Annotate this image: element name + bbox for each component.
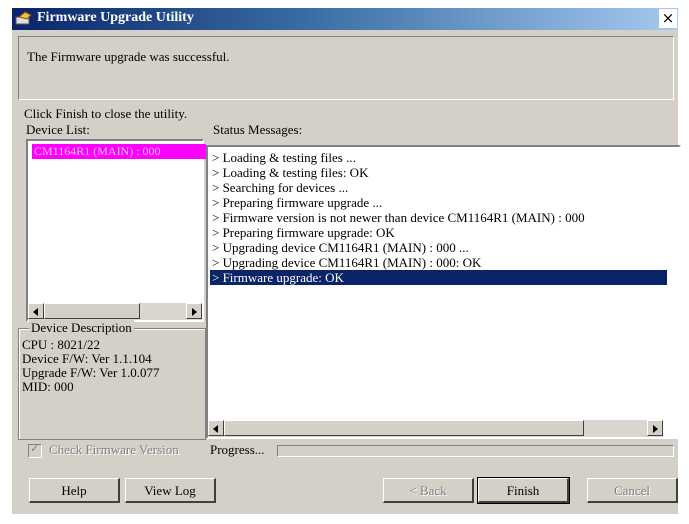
firmware-upgrade-window: Firmware Upgrade Utility × The Firmware …: [12, 8, 681, 514]
device-firmware-version: Device F/W: Ver 1.1.104: [22, 351, 152, 366]
status-line: > Searching for devices ...: [212, 180, 349, 195]
device-list-item[interactable]: CM1164R1 (MAIN) : 000: [32, 144, 206, 159]
status-hscrollbar[interactable]: [208, 420, 663, 437]
window-title: Firmware Upgrade Utility: [37, 10, 194, 25]
view-log-button[interactable]: View Log: [125, 478, 216, 503]
status-line: > Loading & testing files ...: [212, 150, 356, 165]
status-line: > Preparing firmware upgrade ...: [212, 195, 383, 210]
status-line: > Firmware version is not newer than dev…: [212, 210, 585, 225]
back-button: < Back: [383, 478, 474, 503]
check-firmware-label: Check Firmware Version: [49, 442, 179, 457]
check-firmware-checkbox: ✓: [28, 442, 42, 458]
status-messages-label: Status Messages:: [213, 122, 303, 137]
scroll-left-icon[interactable]: [208, 420, 224, 436]
mid-info: MID: 000: [22, 379, 74, 394]
device-list[interactable]: CM1164R1 (MAIN) : 000: [26, 139, 206, 322]
scroll-left-icon[interactable]: [28, 303, 44, 319]
status-line: > Upgrading device CM1164R1 (MAIN) : 000…: [212, 240, 469, 255]
cpu-info: CPU : 8021/22: [22, 337, 101, 352]
scroll-thumb[interactable]: [224, 420, 584, 436]
cancel-button: Cancel: [587, 478, 678, 503]
status-messages-box[interactable]: > Loading & testing files ... > Loading …: [206, 145, 681, 439]
device-list-label: Device List:: [26, 122, 90, 137]
status-line: > Preparing firmware upgrade: OK: [212, 225, 395, 240]
device-list-hscrollbar[interactable]: [28, 303, 202, 320]
finish-hint: Click Finish to close the utility.: [24, 106, 188, 121]
help-button[interactable]: Help: [29, 478, 120, 503]
progress-bar: [277, 445, 674, 457]
scroll-right-icon[interactable]: [647, 420, 663, 436]
app-icon: [15, 11, 32, 25]
status-line-selected[interactable]: > Firmware upgrade: OK: [210, 270, 667, 285]
status-line: > Upgrading device CM1164R1 (MAIN) : 000…: [212, 255, 482, 270]
device-description-group: Device Description CPU : 8021/22 Device …: [18, 320, 206, 440]
upgrade-firmware-version: Upgrade F/W: Ver 1.0.077: [22, 365, 160, 380]
scroll-right-icon[interactable]: [186, 303, 202, 319]
scroll-thumb[interactable]: [44, 303, 140, 319]
checkmark-icon: ✓: [30, 442, 40, 455]
progress-label: Progress...: [210, 442, 265, 457]
finish-button[interactable]: Finish: [477, 477, 570, 504]
result-message: The Firmware upgrade was successful.: [27, 49, 230, 64]
status-line: > Loading & testing files: OK: [212, 165, 369, 180]
result-message-panel: The Firmware upgrade was successful.: [18, 36, 674, 100]
device-description-title: Device Description: [29, 320, 134, 336]
title-bar[interactable]: Firmware Upgrade Utility: [12, 8, 678, 30]
close-icon[interactable]: ×: [659, 9, 677, 28]
